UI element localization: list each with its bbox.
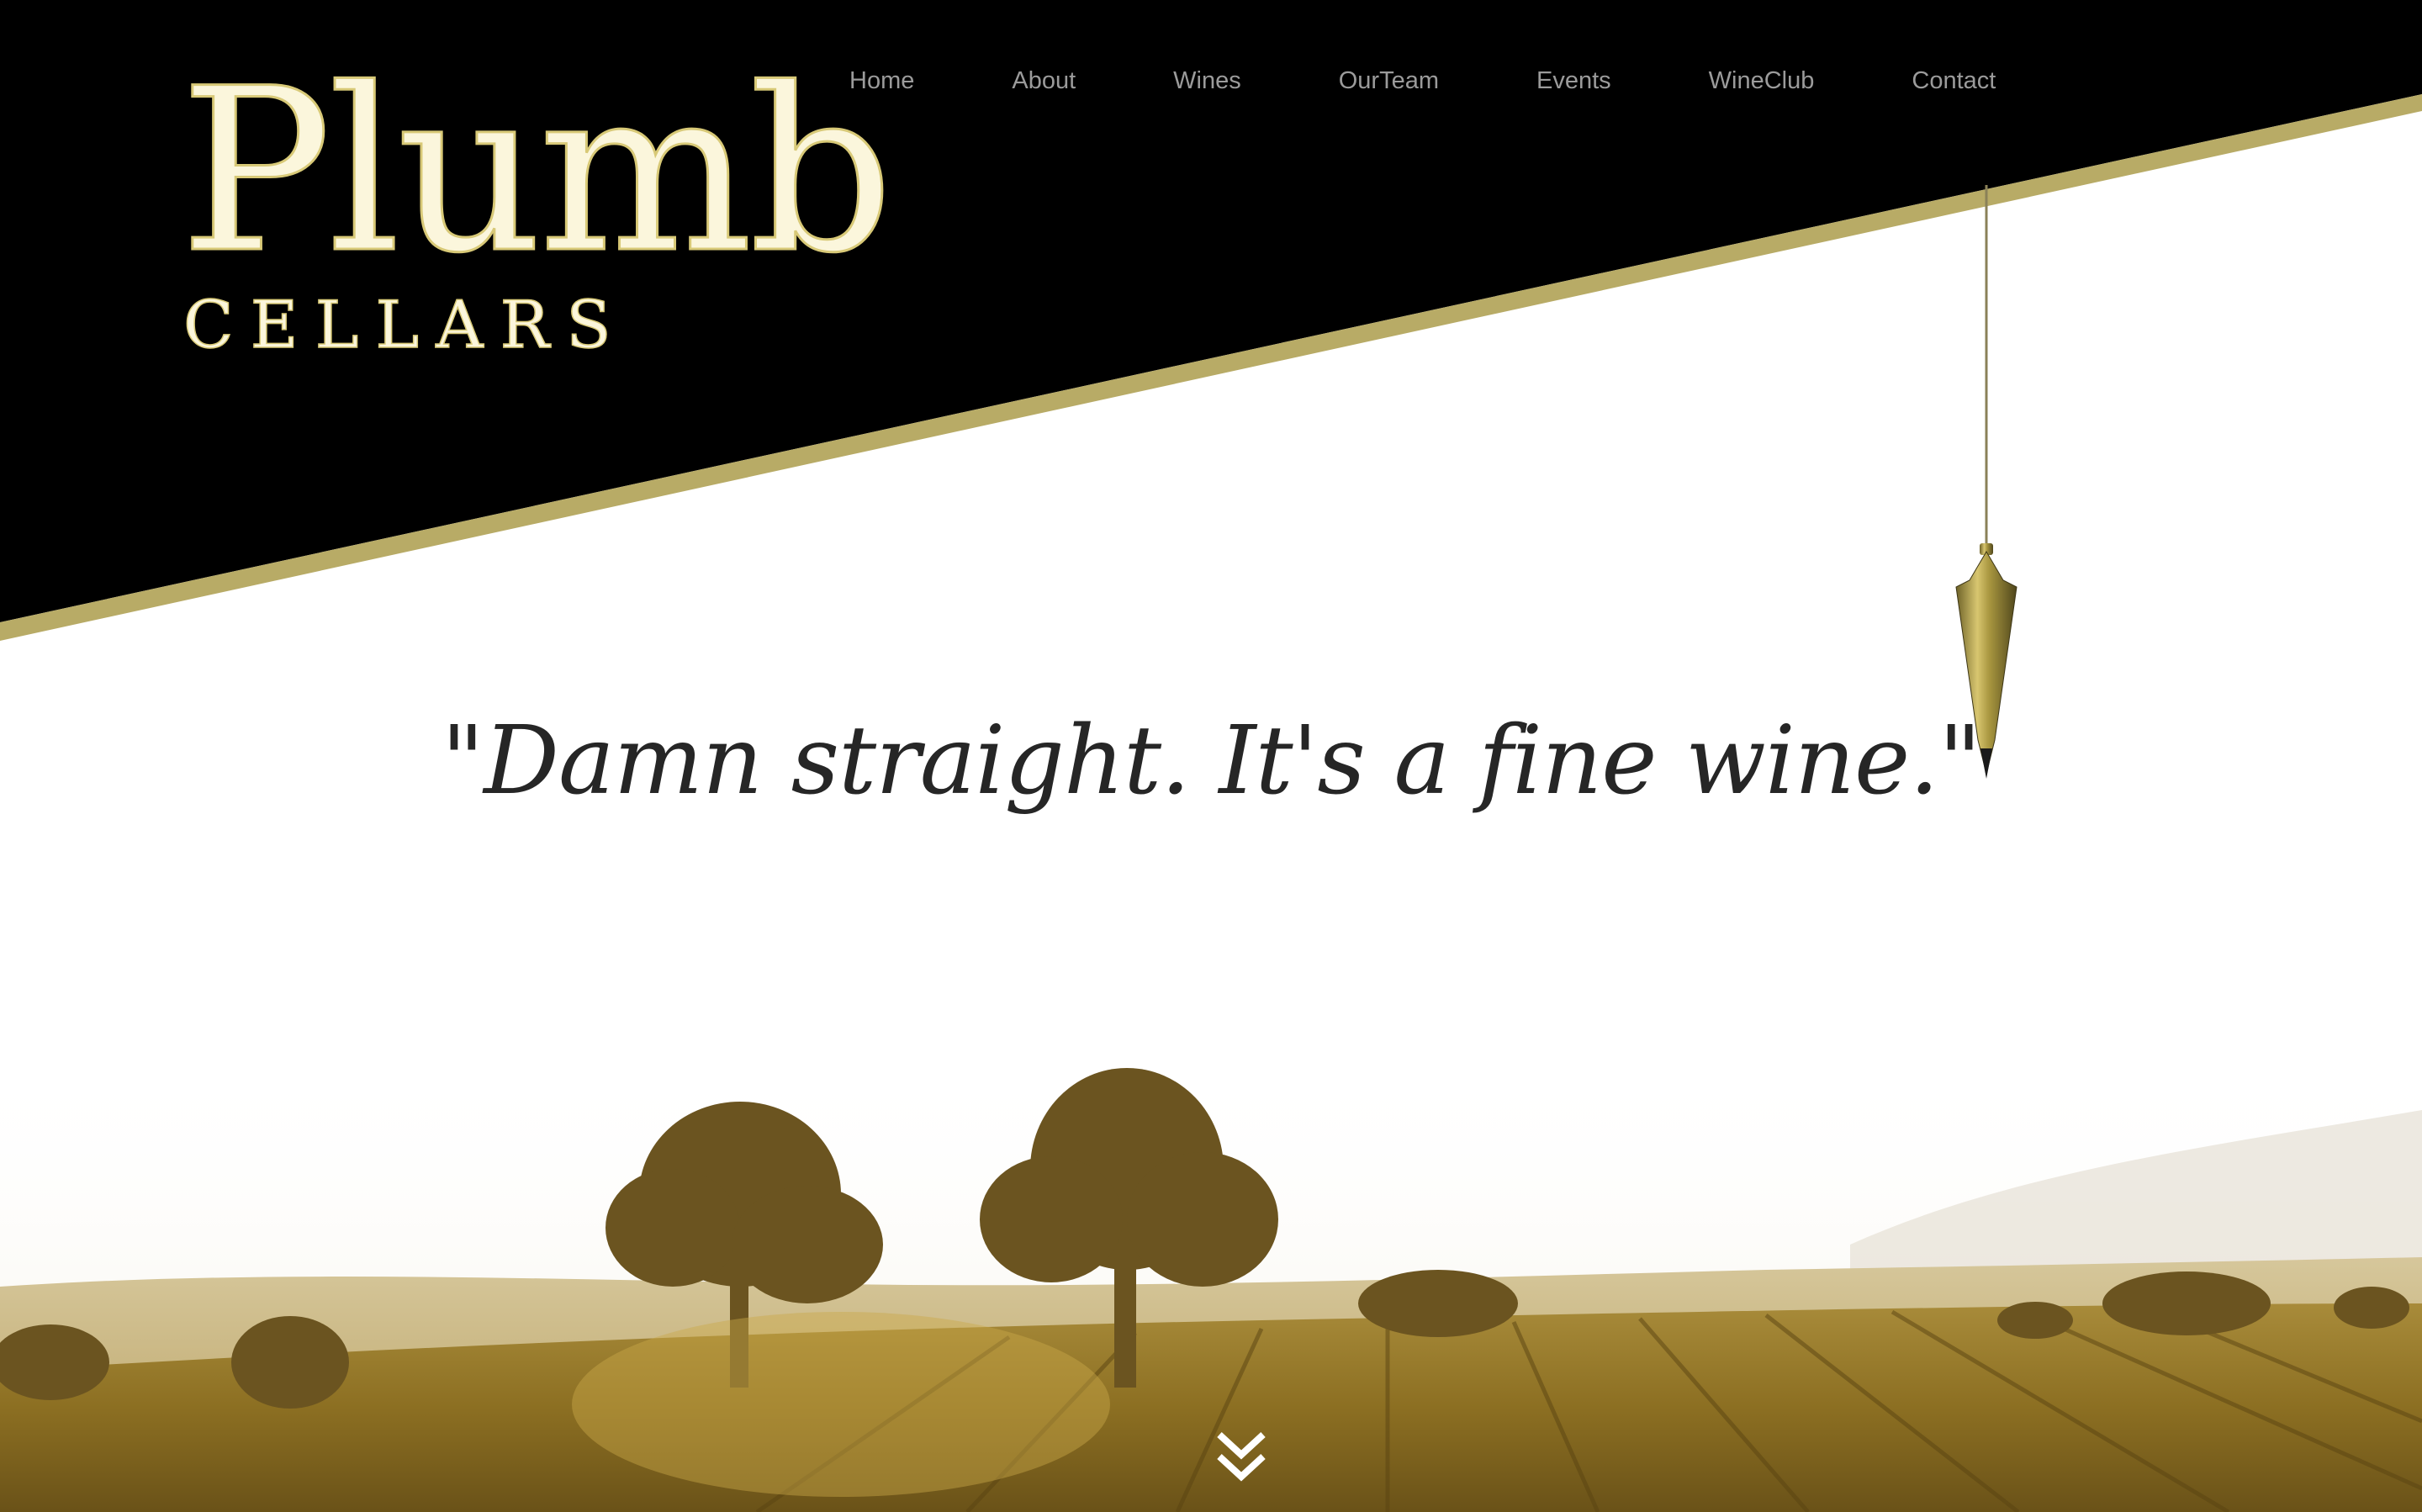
nav-item-events[interactable]: Events [1488, 67, 1660, 95]
nav-item-ourteam[interactable]: OurTeam [1290, 67, 1488, 95]
hero-tagline: "Damn straight. It's a fine wine." [441, 706, 1982, 816]
nav-item-wineclub[interactable]: WineClub [1660, 67, 1864, 95]
nav-item-contact[interactable]: Contact [1863, 67, 2044, 95]
brand-logo[interactable]: Plumb CELLARS [178, 40, 894, 364]
chevron-double-down-icon[interactable] [1208, 1423, 1275, 1490]
nav-item-about[interactable]: About [963, 67, 1124, 95]
nav-item-home[interactable]: Home [849, 67, 963, 95]
plumb-bob-icon [1955, 185, 2017, 779]
brand-name: Plumb [178, 40, 894, 303]
main-nav: Home About Wines OurTeam Events WineClub… [849, 67, 2044, 95]
nav-item-wines[interactable]: Wines [1124, 67, 1290, 95]
